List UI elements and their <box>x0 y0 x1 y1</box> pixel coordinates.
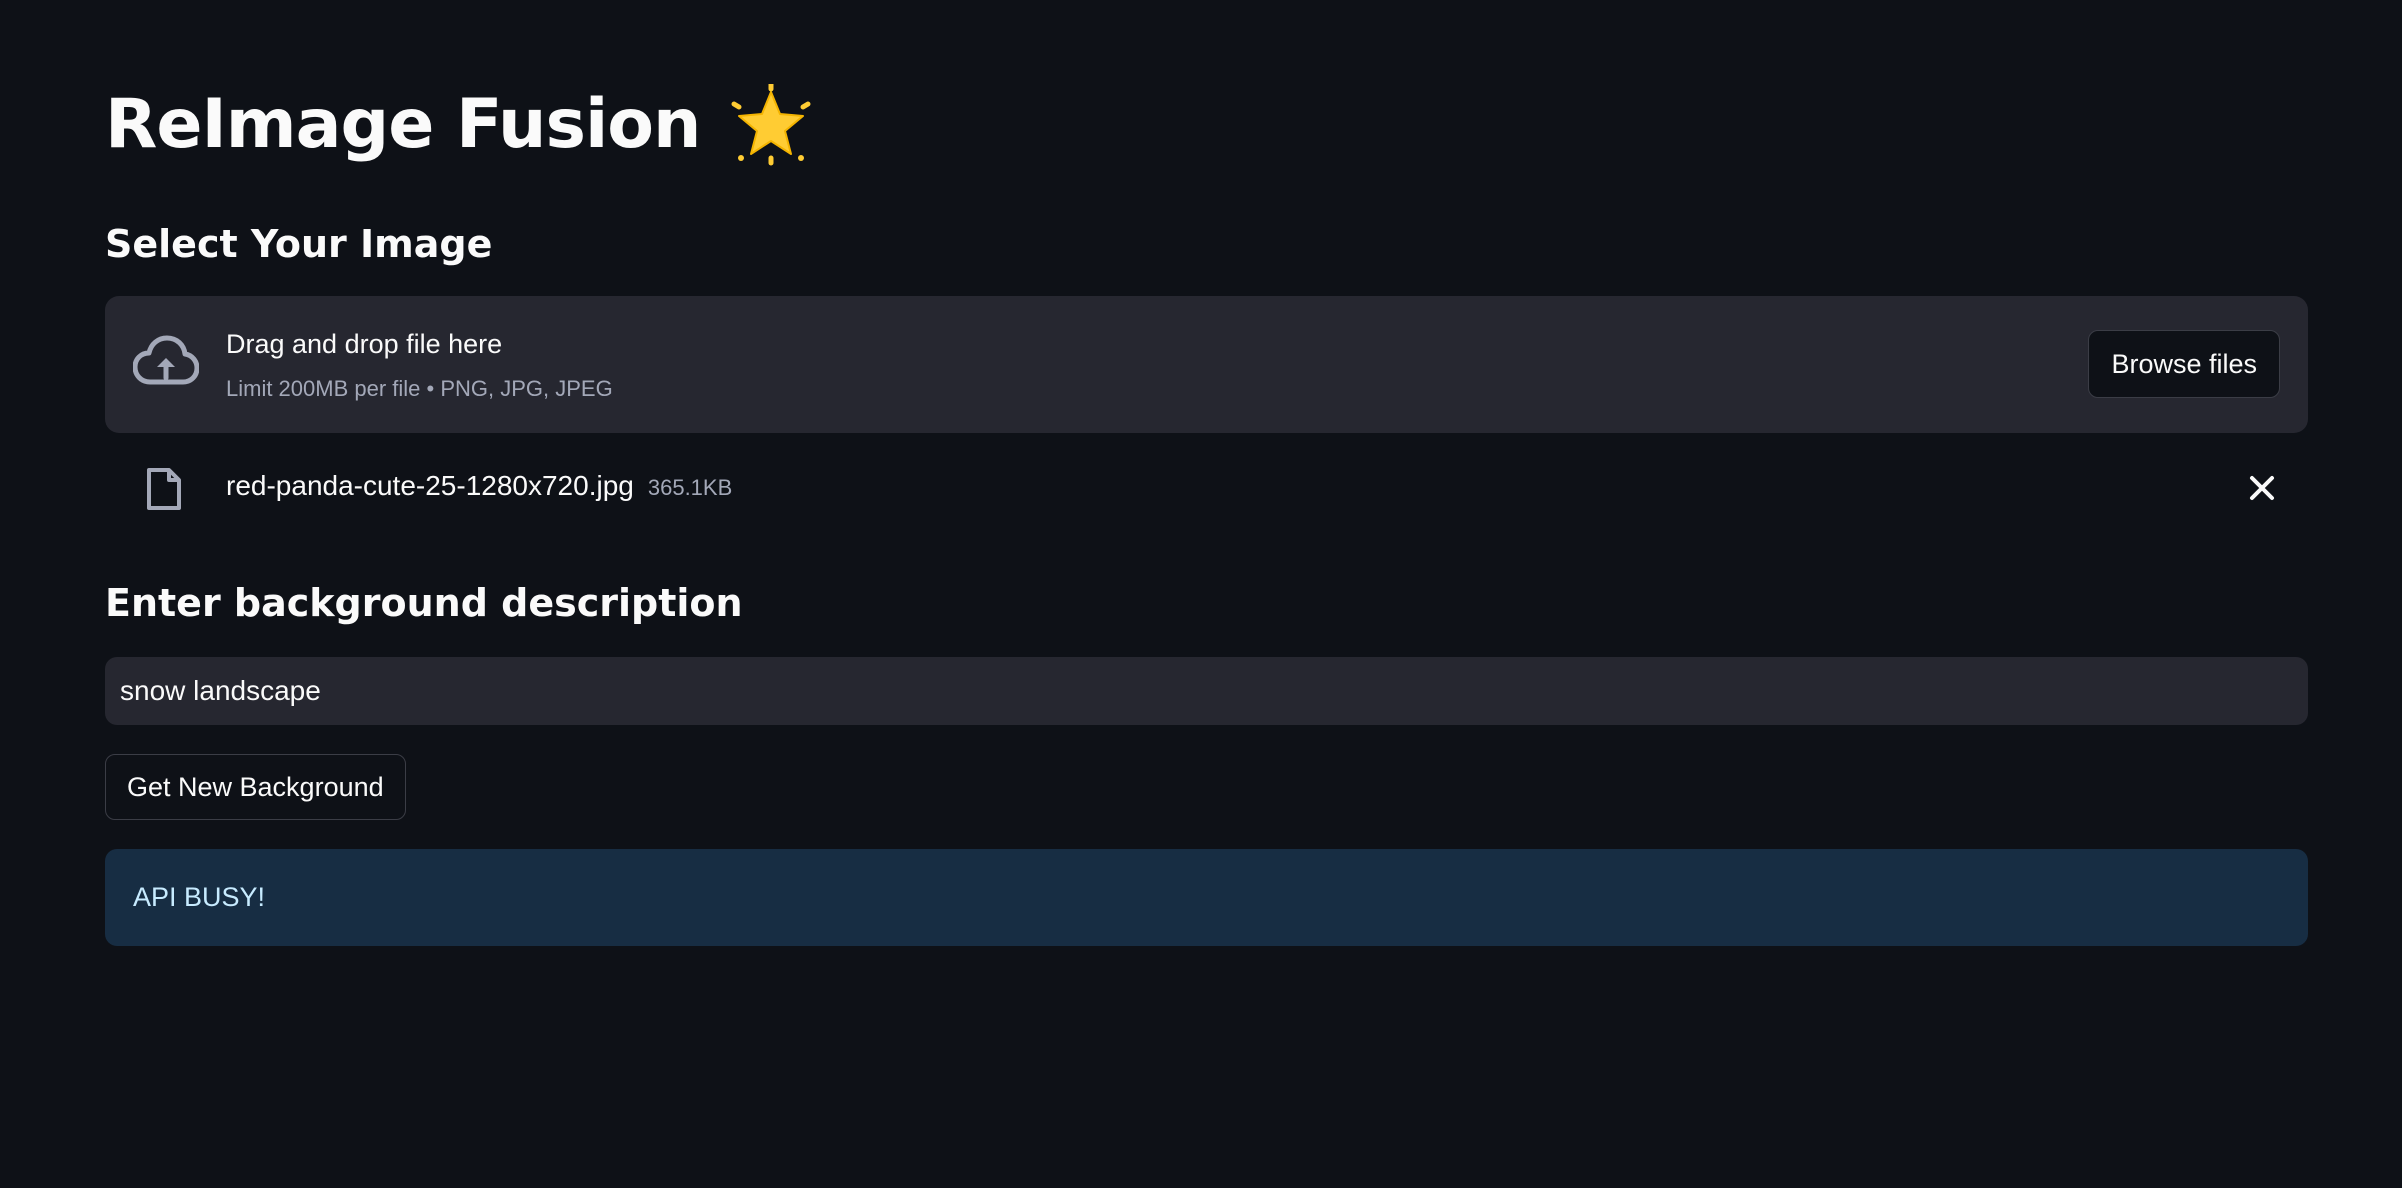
title-row: ReImage Fusion <box>105 70 812 180</box>
uploaded-file-row: red-panda-cute-25-1280x720.jpg 365.1KB <box>105 452 2308 524</box>
dropzone-instructions: Drag and drop file here <box>226 329 503 359</box>
background-heading: Enter background description <box>105 581 743 625</box>
app-title: ReImage Fusion <box>105 85 701 164</box>
uploaded-file-info: red-panda-cute-25-1280x720.jpg 365.1KB <box>226 470 732 502</box>
uploaded-file-size: 365.1KB <box>647 475 733 500</box>
alert-message: API BUSY! <box>133 882 266 912</box>
uploaded-file-name: red-panda-cute-25-1280x720.jpg <box>226 470 634 501</box>
background-description-input[interactable] <box>105 657 2308 725</box>
close-icon[interactable] <box>2246 472 2278 504</box>
cloud-upload-icon <box>132 334 200 390</box>
browse-files-button[interactable]: Browse files <box>2088 330 2280 398</box>
info-alert: API BUSY! <box>105 849 2308 946</box>
get-new-background-button[interactable]: Get New Background <box>105 754 406 820</box>
glowing-star-icon <box>730 81 812 166</box>
upload-heading: Select Your Image <box>105 222 493 266</box>
file-dropzone[interactable]: Drag and drop file here Limit 200MB per … <box>105 296 2308 433</box>
file-icon <box>145 466 183 512</box>
app-page: ReImage Fusion Select Your Image Drag an… <box>0 0 2402 1188</box>
dropzone-limits: Limit 200MB per file • PNG, JPG, JPEG <box>226 376 613 401</box>
